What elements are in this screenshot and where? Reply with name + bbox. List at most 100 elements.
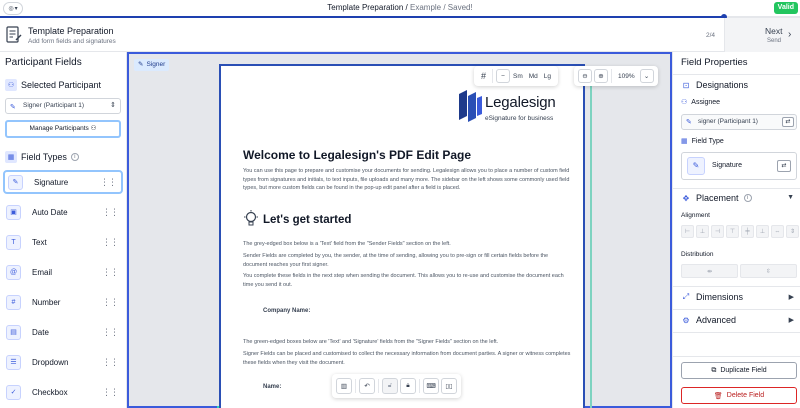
chevron-updown-icon: ⇕ — [110, 102, 116, 109]
duplicate-field-button[interactable]: ⧉ Duplicate Field — [681, 362, 797, 379]
calendar-icon: ▤ — [6, 324, 21, 340]
document-paragraph: Sender Fields are completed by you, the … — [243, 253, 549, 268]
page-breadcrumb: Template Preparation / Example / Saved! — [0, 3, 800, 12]
chevron-right-icon[interactable]: ▶ — [789, 293, 794, 301]
panel-title: Participant Fields — [5, 57, 82, 68]
unlock-icon[interactable]: 🔓︎ — [382, 378, 398, 394]
field-type-dropdown[interactable]: ☰ Dropdown ⋮⋮ — [3, 350, 123, 374]
trash-icon: 🗑︎ — [713, 392, 723, 400]
chevron-down-icon[interactable]: ▼ — [787, 194, 794, 201]
field-type-label: Date — [32, 327, 49, 337]
brand-tagline: eSignature for business — [485, 115, 554, 122]
assignee-heading: ⚇ Assignee — [681, 98, 721, 107]
book-icon[interactable]: ▯▯ — [441, 378, 457, 394]
move-icon: ✥ — [682, 193, 690, 203]
zoom-out-button[interactable]: ⊖ — [578, 69, 592, 83]
swap-icon[interactable]: ⇄ — [782, 117, 794, 127]
calendar-auto-icon: ▣ — [6, 204, 21, 220]
chart-icon[interactable]: ▥ — [336, 378, 352, 394]
align-center-icon[interactable]: ⊥ — [696, 225, 709, 238]
grid-decrease-button[interactable]: − — [496, 69, 511, 83]
drag-handle-icon[interactable]: ⋮⋮ — [102, 237, 119, 248]
zoom-in-button[interactable]: ⊕ — [594, 69, 608, 83]
bottom-toolbar: ▥ ↶ 🔓︎ 🔒︎ ⌨ ▯▯ — [332, 374, 461, 398]
field-type-signature[interactable]: ✎ Signature ⋮⋮ — [3, 170, 123, 194]
zoom-dropdown-button[interactable]: ⌄ — [639, 69, 654, 83]
info-icon[interactable]: i — [70, 153, 79, 161]
designations-heading: ⊡ Designations — [681, 80, 748, 90]
gear-icon: ⚙ — [682, 315, 690, 325]
document-canvas[interactable]: ✎ Signer Legalesign eSignature for busin… — [127, 52, 672, 408]
align-top-icon[interactable]: ⊤ — [726, 225, 739, 238]
field-types-heading: ▦ Field Types i — [5, 151, 79, 163]
assignee-field[interactable]: ✎ signer (Participant 1) ⇄ — [681, 114, 797, 130]
align-stretch-icon[interactable]: ⇔ — [771, 225, 784, 238]
field-type-label: Number — [32, 297, 61, 307]
drag-handle-icon[interactable]: ⋮⋮ — [102, 357, 119, 368]
hash-icon: # — [6, 294, 21, 310]
dimensions-heading[interactable]: ⤢ Dimensions — [681, 292, 743, 302]
next-button[interactable]: Next Send › — [724, 18, 800, 52]
distribute-vertical-icon[interactable]: ⇳ — [740, 264, 797, 278]
document-subheading: Let's get started — [263, 214, 352, 226]
drag-handle-icon[interactable]: ⋮⋮ — [102, 267, 119, 278]
distribute-horizontal-icon[interactable]: ⇹ — [681, 264, 738, 278]
field-type-email[interactable]: @ Email ⋮⋮ — [3, 260, 123, 284]
field-type-number[interactable]: # Number ⋮⋮ — [3, 290, 123, 314]
tag-icon: ⊡ — [682, 80, 690, 90]
align-middle-icon[interactable]: ╪ — [741, 225, 754, 238]
align-fill-icon[interactable]: ⇕ — [786, 225, 799, 238]
document-page[interactable]: Legalesign eSignature for business Welco… — [217, 64, 592, 408]
advanced-heading[interactable]: ⚙ Advanced — [681, 315, 736, 325]
field-type-label: Text — [32, 237, 47, 247]
drag-handle-icon[interactable]: ⋮⋮ — [102, 297, 119, 308]
swap-icon[interactable]: ⇄ — [777, 160, 791, 172]
drag-handle-icon[interactable]: ⋮⋮ — [102, 207, 119, 218]
top-bar: ◎ ▾ Template Preparation / Example / Sav… — [0, 0, 800, 17]
grid-icon[interactable]: # — [478, 69, 489, 83]
document-paragraph: The green-edged boxes below are 'Text' a… — [243, 339, 499, 345]
document-paragraph: Signer Fields can be placed and customis… — [243, 351, 571, 366]
alignment-label: Alignment — [681, 212, 710, 219]
drag-handle-icon[interactable]: ⋮⋮ — [102, 327, 119, 338]
signer-field-edge — [590, 66, 592, 408]
align-left-icon[interactable]: ⊢ — [681, 225, 694, 238]
field-type-checkbox[interactable]: ✓ Checkbox ⋮⋮ — [3, 380, 123, 404]
keyboard-icon[interactable]: ⌨ — [423, 378, 439, 394]
delete-field-button[interactable]: 🗑︎ Delete Field — [681, 387, 797, 404]
align-right-icon[interactable]: ⊣ — [711, 225, 724, 238]
participant-select[interactable]: ✎ Signer (Participant 1) ⇕ — [5, 98, 121, 114]
field-type-text[interactable]: T Text ⋮⋮ — [3, 230, 123, 254]
breadcrumb-main: Template Preparation / — [327, 3, 408, 12]
assignee-label: Assignee — [691, 98, 721, 106]
field-type-auto-date[interactable]: ▣ Auto Date ⋮⋮ — [3, 200, 123, 224]
document-heading: Welcome to Legalesign's PDF Edit Page — [243, 148, 472, 162]
at-icon: @ — [6, 264, 21, 280]
text-icon: T — [6, 234, 21, 250]
field-type-selector[interactable]: ✎ Signature ⇄ — [681, 152, 797, 180]
align-bottom-icon[interactable]: ⊥ — [756, 225, 769, 238]
field-type-label: Checkbox — [32, 387, 68, 397]
dimensions-label: Dimensions — [696, 292, 744, 302]
next-sublabel: Send — [767, 38, 782, 44]
grid-size-sm[interactable]: Sm — [510, 69, 526, 83]
undo-icon[interactable]: ↶ — [359, 378, 375, 394]
field-type-label: Auto Date — [32, 207, 68, 217]
expand-icon: ⤢ — [682, 292, 690, 301]
info-icon[interactable]: i — [743, 194, 752, 202]
signature-icon: ✎ — [687, 157, 705, 175]
copy-icon: ⧉ — [711, 366, 717, 374]
lock-icon[interactable]: 🔒︎ — [400, 378, 416, 394]
drag-handle-icon[interactable]: ⋮⋮ — [102, 387, 119, 398]
list-icon: ☰ — [6, 354, 21, 370]
chevron-right-icon[interactable]: ▶ — [789, 316, 794, 324]
placement-heading[interactable]: ✥ Placement i — [681, 193, 752, 203]
drag-handle-icon[interactable]: ⋮⋮ — [100, 177, 117, 188]
alignment-buttons: ⊢ ⊥ ⊣ ⊤ ╪ ⊥ ⇔ ⇕ — [681, 225, 799, 238]
grid-size-lg[interactable]: Lg — [541, 69, 554, 83]
field-type-date[interactable]: ▤ Date ⋮⋮ — [3, 320, 123, 344]
grid-size-md[interactable]: Md — [526, 69, 541, 83]
manage-participants-button[interactable]: Manage Participants ⚇ — [5, 120, 121, 138]
duplicate-field-label: Duplicate Field — [720, 367, 767, 374]
grid-icon: ▦ — [5, 151, 17, 163]
